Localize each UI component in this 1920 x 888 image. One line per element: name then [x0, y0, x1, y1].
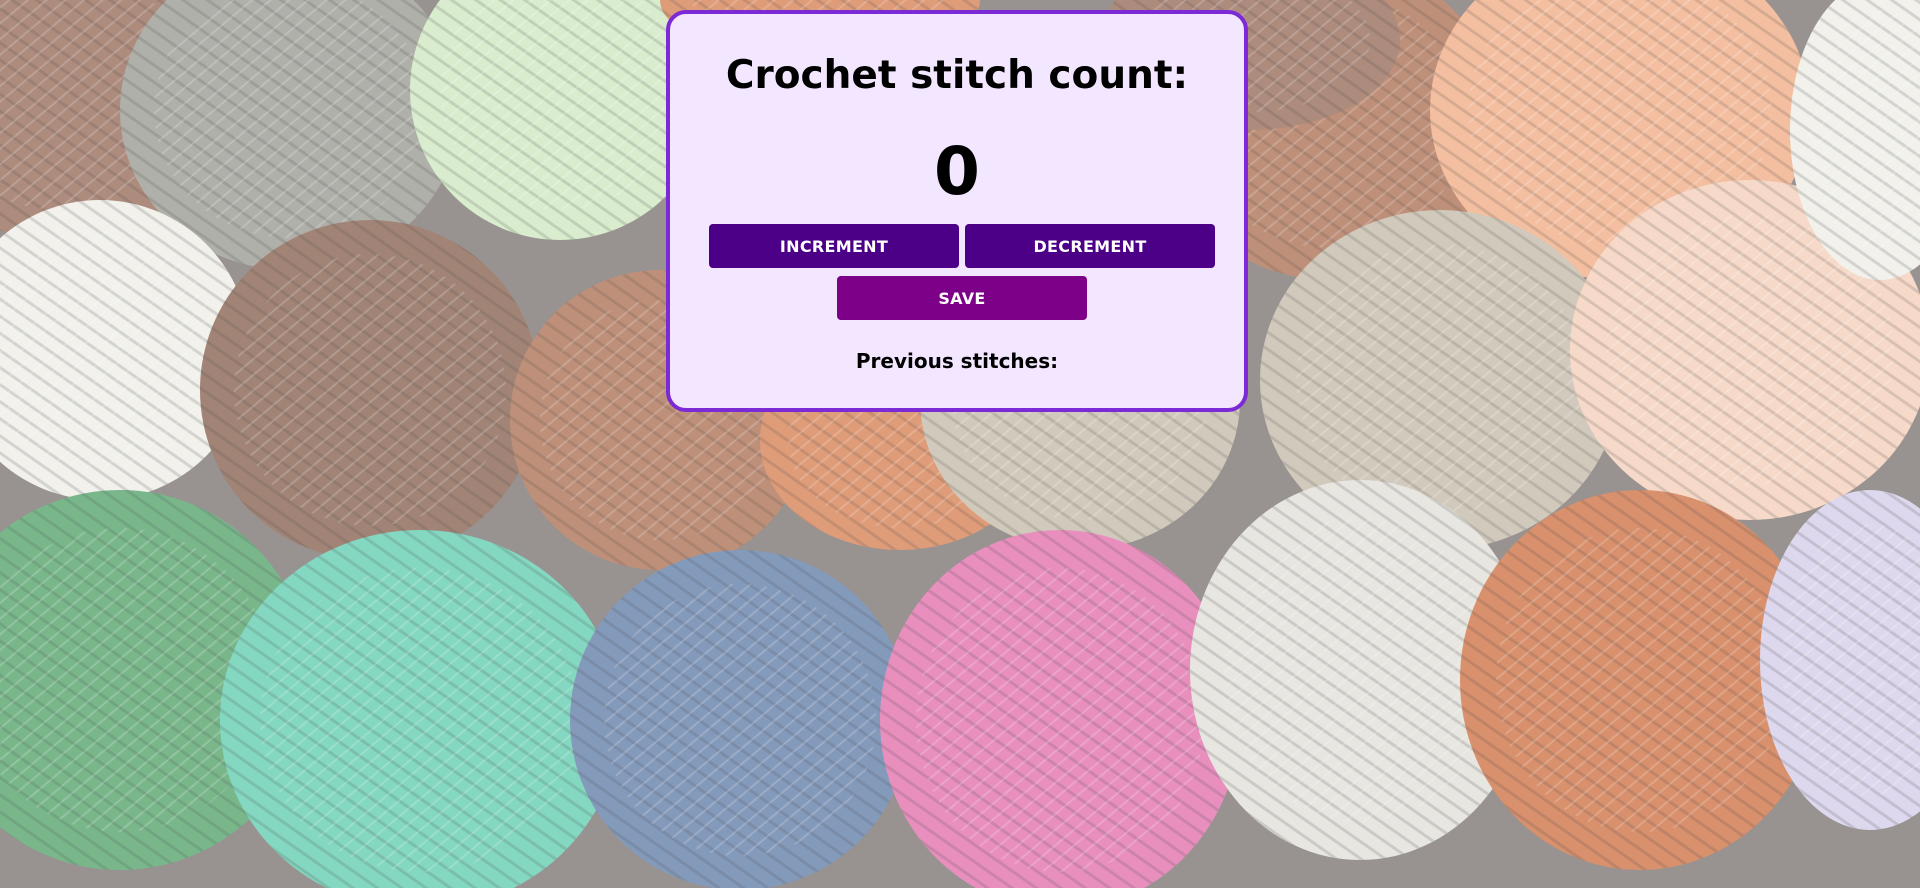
stitch-counter-panel: Crochet stitch count: 0 INCREMENT DECREM… — [666, 10, 1248, 412]
save-button[interactable]: SAVE — [837, 276, 1087, 320]
page-title: Crochet stitch count: — [725, 53, 1189, 98]
stitch-count-value: 0 — [934, 133, 980, 210]
decrement-button[interactable]: DECREMENT — [965, 224, 1215, 268]
previous-stitches-label: Previous stitches: — [855, 349, 1059, 373]
increment-button[interactable]: INCREMENT — [709, 224, 959, 268]
